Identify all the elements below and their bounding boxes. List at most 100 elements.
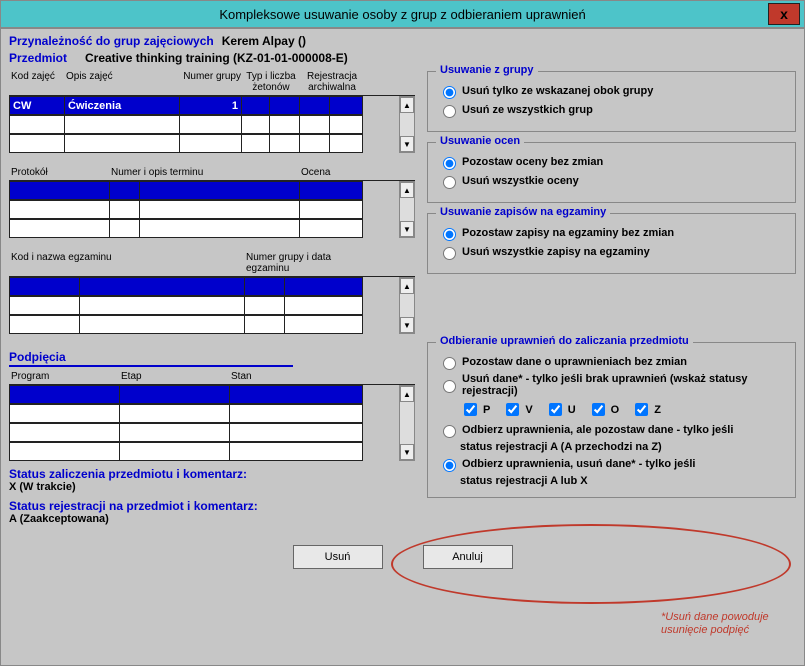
button-row: Usuń Anuluj xyxy=(9,545,796,569)
col-etap: Etap xyxy=(119,371,229,384)
radio-usun-brak[interactable] xyxy=(443,380,456,393)
radio-label: Pozostaw zapisy na egzaminy bez zmian xyxy=(462,227,674,239)
radio-label: Pozostaw oceny bez zmian xyxy=(462,156,603,168)
panel-title: Usuwanie ocen xyxy=(436,135,524,147)
scroll-up-icon[interactable]: ▲ xyxy=(400,97,414,113)
col-numer: Numer grupy xyxy=(179,71,241,95)
radio-label: Usuń wszystkie zapisy na egzaminy xyxy=(462,246,650,258)
radio-pozostaw-zapisy[interactable] xyxy=(443,228,456,241)
groups-table: CW Ćwiczenia 1 xyxy=(9,95,415,153)
scroll-down-icon[interactable]: ▼ xyxy=(400,444,414,460)
table-row xyxy=(9,134,399,153)
egzamin-scrollbar[interactable]: ▲ ▼ xyxy=(399,277,415,334)
client-area: Przynależność do grup zajęciowych Kerem … xyxy=(0,28,805,666)
col-protokol: Protokół xyxy=(9,167,109,180)
protokol-header: Protokół Numer i opis terminu Ocena xyxy=(9,167,415,180)
col-rej: Rejestracja archiwalna xyxy=(299,71,363,95)
table-row xyxy=(9,200,399,219)
podpiecia-table: ▲ ▼ xyxy=(9,384,415,461)
close-icon: x xyxy=(780,6,788,22)
cell-opis: Ćwiczenia xyxy=(64,96,179,115)
membership-label: Przynależność do grup zajęciowych xyxy=(9,34,214,48)
radio-label: Usuń ze wszystkich grup xyxy=(462,104,593,116)
col-stan: Stan xyxy=(229,371,363,384)
title-bar: Kompleksowe usuwanie osoby z grup z odbi… xyxy=(0,0,805,28)
cell-typ1 xyxy=(241,96,269,115)
groups-header: Kod zajęć Opis zajęć Numer grupy Typ i l… xyxy=(9,71,415,95)
close-button[interactable]: x xyxy=(768,3,800,25)
status-rej-value: A (Zaakceptowana) xyxy=(9,513,415,525)
table-row xyxy=(9,315,399,334)
scroll-down-icon[interactable]: ▼ xyxy=(400,136,414,152)
panel-usuwanie-grupy: Usuwanie z grupy Usuń tylko ze wskazanej… xyxy=(427,71,796,132)
scroll-down-icon[interactable]: ▼ xyxy=(400,317,414,333)
radio-label: Usuń wszystkie oceny xyxy=(462,175,579,187)
check-z[interactable] xyxy=(635,403,648,416)
table-row xyxy=(9,423,399,442)
table-row xyxy=(9,219,399,238)
radio-label: Pozostaw dane o uprawnieniach bez zmian xyxy=(462,356,687,368)
window-title: Kompleksowe usuwanie osoby z grup z odbi… xyxy=(219,7,585,22)
scroll-up-icon[interactable]: ▲ xyxy=(400,278,414,294)
status-rej-label: Status rejestracji na przedmiot i koment… xyxy=(9,499,415,513)
egzamin-table: ▲ ▼ xyxy=(9,276,415,334)
radio-pozostaw-dane[interactable] xyxy=(443,357,456,370)
podpiecia-header: Program Etap Stan xyxy=(9,371,415,384)
check-o[interactable] xyxy=(592,403,605,416)
protokol-scrollbar[interactable]: ▲ ▼ xyxy=(399,181,415,238)
subject-value: Creative thinking training (KZ-01-01-000… xyxy=(85,51,348,65)
table-row xyxy=(9,442,399,461)
radio-usun-wskazana[interactable] xyxy=(443,86,456,99)
scroll-down-icon[interactable]: ▼ xyxy=(400,221,414,237)
check-v[interactable] xyxy=(506,403,519,416)
panel-usuwanie-ocen: Usuwanie ocen Pozostaw oceny bez zmian U… xyxy=(427,142,796,203)
groups-scrollbar[interactable]: ▲ ▼ xyxy=(399,96,415,153)
cell-rej1 xyxy=(299,96,329,115)
podpiecia-scrollbar[interactable]: ▲ ▼ xyxy=(399,385,415,461)
check-u[interactable] xyxy=(549,403,562,416)
subject-label: Przedmiot xyxy=(9,51,77,65)
left-column: Kod zajęć Opis zajęć Numer grupy Typ i l… xyxy=(9,71,415,525)
cancel-button[interactable]: Anuluj xyxy=(423,545,513,569)
radio-odbierz-pozostaw[interactable] xyxy=(443,425,456,438)
cell-typ2 xyxy=(269,96,299,115)
table-row[interactable] xyxy=(9,181,399,200)
cell-kod: CW xyxy=(9,96,64,115)
col-ocena: Ocena xyxy=(299,167,363,180)
right-column: Usuwanie z grupy Usuń tylko ze wskazanej… xyxy=(427,71,796,525)
col-egz-numer: Numer grupy i data egzaminu xyxy=(244,252,363,276)
protokol-table: ▲ ▼ xyxy=(9,180,415,238)
table-row xyxy=(9,404,399,423)
main-window: Kompleksowe usuwanie osoby z grup z odbi… xyxy=(0,0,805,666)
col-termin: Numer i opis terminu xyxy=(109,167,299,180)
table-row[interactable] xyxy=(9,277,399,296)
cell-numer: 1 xyxy=(179,96,241,115)
table-row xyxy=(9,115,399,134)
egzamin-header: Kod i nazwa egzaminu Numer grupy i data … xyxy=(9,252,415,276)
status-zalicz-label: Status zaliczenia przedmiotu i komentarz… xyxy=(9,467,415,481)
table-row[interactable] xyxy=(9,385,399,404)
panel-title: Usuwanie z grupy xyxy=(436,64,538,76)
radio-pozostaw-oceny[interactable] xyxy=(443,157,456,170)
radio-usun-zapisy[interactable] xyxy=(443,247,456,260)
scroll-up-icon[interactable]: ▲ xyxy=(400,386,414,402)
cell-rej2 xyxy=(329,96,363,115)
radio-usun-oceny[interactable] xyxy=(443,176,456,189)
podpiecia-title: Podpięcia xyxy=(9,350,293,367)
radio-label: Odbierz uprawnienia, ale pozostaw dane -… xyxy=(462,424,733,436)
col-program: Program xyxy=(9,371,119,384)
panel-uprawnienia: Odbieranie uprawnień do zaliczania przed… xyxy=(427,342,796,498)
radio-odbierz-usun[interactable] xyxy=(443,459,456,472)
panel-title: Usuwanie zapisów na egzaminy xyxy=(436,206,610,218)
person-name: Kerem Alpay () xyxy=(222,34,306,48)
col-egz: Kod i nazwa egzaminu xyxy=(9,252,244,276)
delete-button[interactable]: Usuń xyxy=(293,545,383,569)
check-p[interactable] xyxy=(464,403,477,416)
table-row[interactable]: CW Ćwiczenia 1 xyxy=(9,96,399,115)
scroll-up-icon[interactable]: ▲ xyxy=(400,182,414,198)
table-row xyxy=(9,296,399,315)
radio-usun-wszystkie[interactable] xyxy=(443,105,456,118)
radio-sub: status rejestracji A (A przechodzi na Z) xyxy=(460,441,785,453)
col-opis: Opis zajęć xyxy=(64,71,179,95)
status-checks: P V U O Z xyxy=(460,400,785,419)
